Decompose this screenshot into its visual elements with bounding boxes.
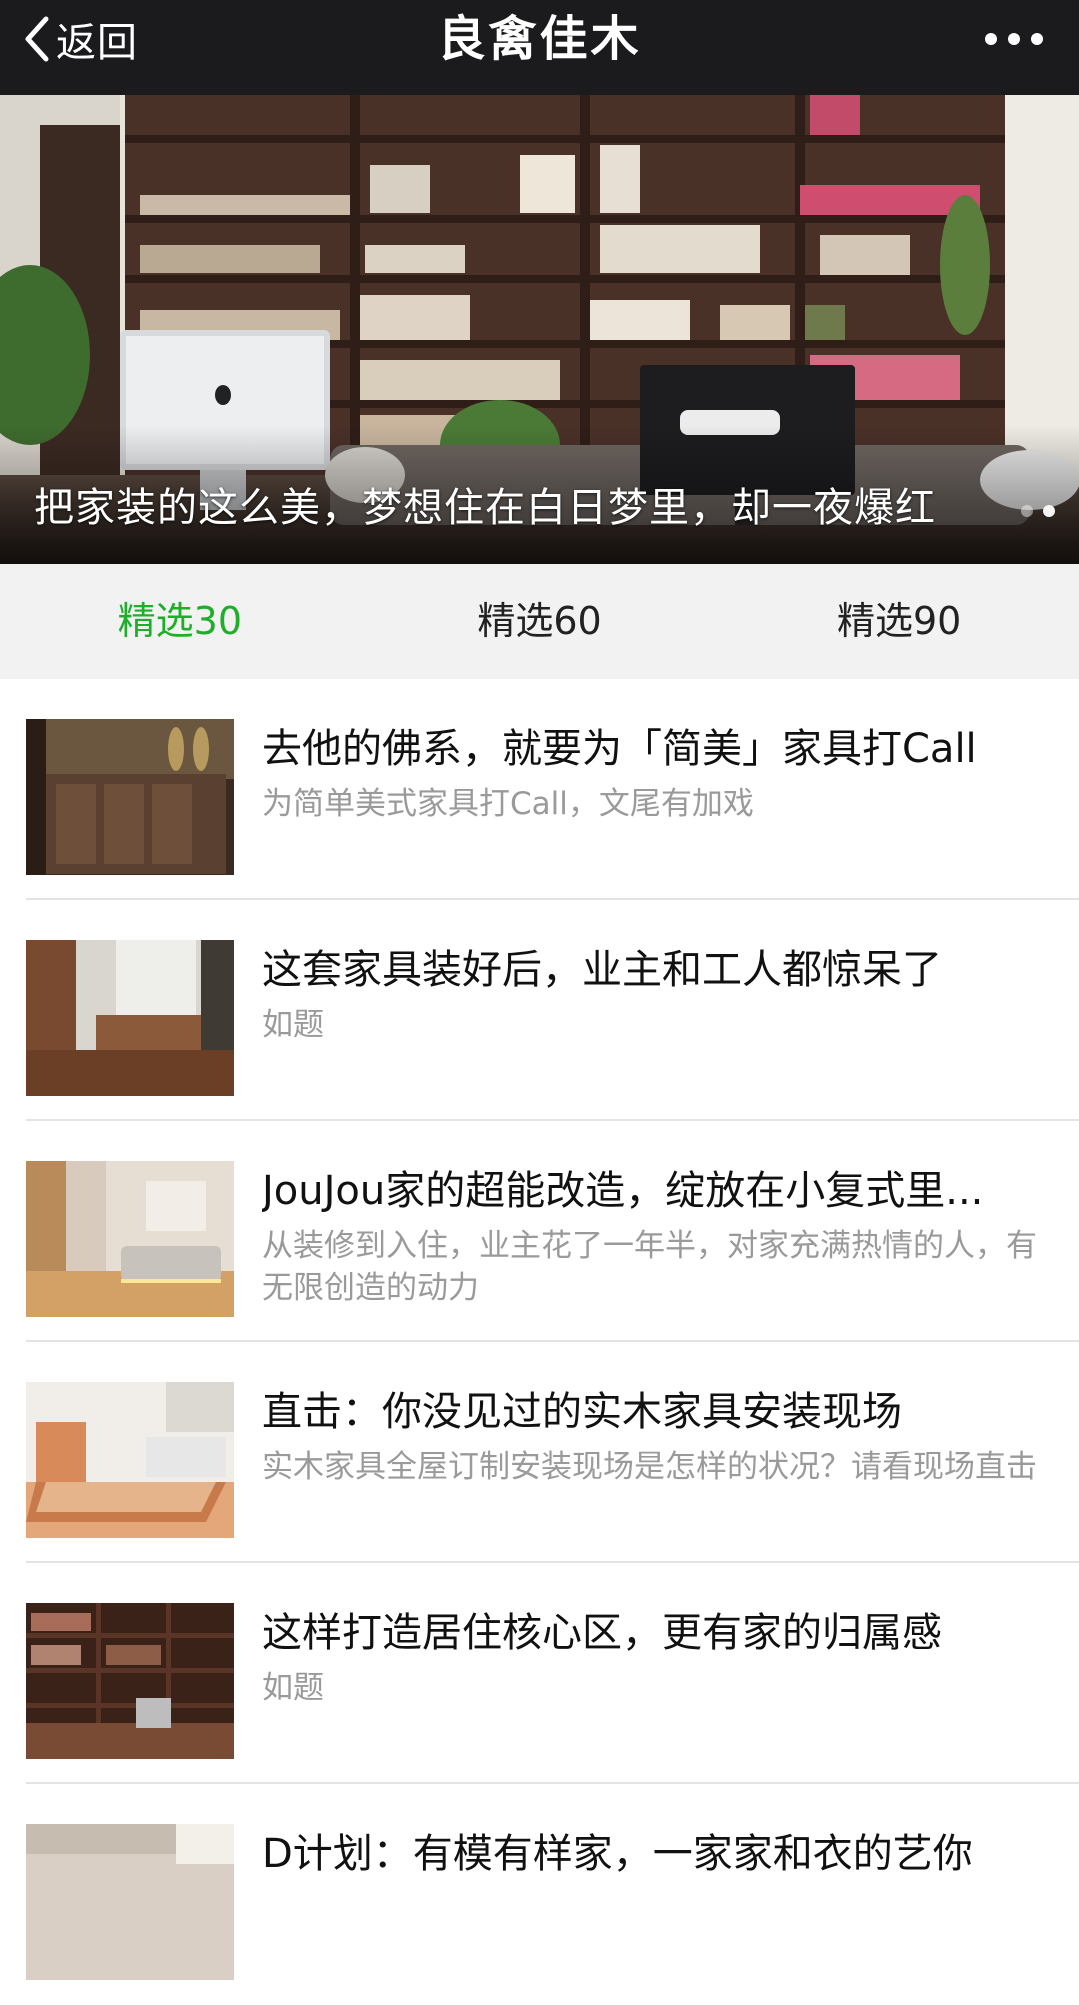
carousel-indicator	[1021, 505, 1055, 517]
article-summary: 如题	[262, 1670, 324, 1706]
carousel-dot-active	[1043, 505, 1055, 517]
article-title: D计划：有模有样家，一家家和衣的艺你	[262, 1831, 973, 1877]
list-item[interactable]: 直击：你没见过的实木家具安装现场 实木家具全屋订制安装现场是怎样的状况？请看现场…	[0, 1342, 1079, 1563]
article-summary: 如题	[262, 1007, 324, 1043]
article-title: 这套家具装好后，业主和工人都惊呆了	[262, 947, 942, 993]
article-summary: 为简单美式家具打Call，文尾有加戏	[262, 786, 754, 822]
banner-caption: 把家装的这么美，梦想住在白日梦里，却一夜爆红	[34, 485, 936, 531]
article-list: 去他的佛系，就要为「简美」家具打Call 为简单美式家具打Call，文尾有加戏 …	[0, 679, 1079, 2005]
list-item[interactable]: 这样打造居住核心区，更有家的归属感 如题	[0, 1563, 1079, 1784]
banner-carousel[interactable]: 把家装的这么美，梦想住在白日梦里，却一夜爆红	[0, 95, 1079, 564]
article-thumbnail	[26, 1824, 234, 1980]
tab-featured-30[interactable]: 精选30	[0, 564, 360, 679]
article-thumbnail	[26, 1603, 234, 1759]
article-thumbnail	[26, 1161, 234, 1317]
chevron-left-icon	[25, 16, 49, 62]
article-summary: 实木家具全屋订制安装现场是怎样的状况？请看现场直击	[262, 1449, 1037, 1485]
more-dots-icon	[985, 33, 997, 45]
article-summary: 从装修到入住，业主花了一年半，对家充满热情的人，有无限创造的动力	[262, 1228, 1037, 1306]
more-button[interactable]	[985, 24, 1043, 54]
article-title: 去他的佛系，就要为「简美」家具打Call	[262, 726, 977, 772]
tab-bar: 精选30 精选60 精选90	[0, 564, 1079, 679]
carousel-dot	[1021, 505, 1033, 517]
list-item[interactable]: D计划：有模有样家，一家家和衣的艺你	[0, 1784, 1079, 2005]
navigation-bar: 返回 良禽佳木	[0, 0, 1079, 95]
article-thumbnail	[26, 940, 234, 1096]
article-thumbnail	[26, 719, 234, 875]
list-item[interactable]: 去他的佛系，就要为「简美」家具打Call 为简单美式家具打Call，文尾有加戏	[0, 679, 1079, 900]
more-dots-icon	[1008, 33, 1020, 45]
article-title: 这样打造居住核心区，更有家的归属感	[262, 1610, 942, 1656]
list-item[interactable]: JouJou家的超能改造，绽放在小复式里... 从装修到入住，业主花了一年半，对…	[0, 1121, 1079, 1342]
list-item[interactable]: 这套家具装好后，业主和工人都惊呆了 如题	[0, 900, 1079, 1121]
article-thumbnail	[26, 1382, 234, 1538]
more-dots-icon	[1031, 33, 1043, 45]
tab-featured-90[interactable]: 精选90	[719, 564, 1079, 679]
back-button[interactable]: 返回	[22, 0, 138, 78]
tab-featured-60[interactable]: 精选60	[360, 564, 720, 679]
article-title: JouJou家的超能改造，绽放在小复式里...	[262, 1168, 984, 1214]
article-title: 直击：你没见过的实木家具安装现场	[262, 1389, 902, 1435]
back-label: 返回	[56, 20, 138, 66]
page-title: 良禽佳木	[437, 11, 642, 67]
